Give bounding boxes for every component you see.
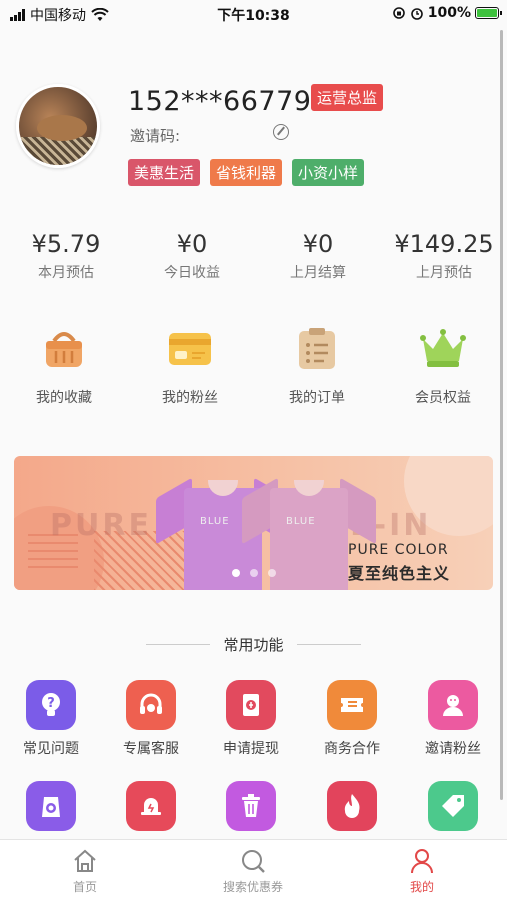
feature-coupon-tag[interactable] [403,781,503,831]
status-right: 100% [392,5,502,21]
svg-text:?: ? [47,696,55,711]
bell-icon [126,781,176,831]
feature-business[interactable]: 商务合作 [302,680,402,758]
profile-page: 中国移动 下午10:38 100% 152***66779 运营总监 邀请码: … [0,0,507,900]
quick-label: 我的收藏 [36,390,92,406]
carousel-dot[interactable] [232,569,240,577]
stat-this-month-estimate[interactable]: ¥5.79 本月预估 [6,230,126,282]
section-title: 常用功能 [0,634,507,655]
avatar[interactable] [16,84,100,168]
trash-icon [226,781,276,831]
invite-user-icon [428,680,478,730]
clipboard-icon [293,325,341,373]
user-icon [409,848,435,874]
headset-icon [126,680,176,730]
tab-label: 首页 [72,880,97,894]
carousel-dot[interactable] [268,569,276,577]
stat-value: ¥0 [302,230,334,258]
quick-label: 我的粉丝 [162,390,218,406]
search-icon [240,848,266,874]
feature-delete[interactable] [201,781,301,831]
carousel-dots [232,569,276,577]
fire-icon [327,781,377,831]
promo-banner[interactable]: PURE IE-IN BLUE BLUE PURE COLOR 夏至纯色主义 [14,456,493,590]
tab-label: 搜索优惠券 [222,880,283,894]
basket-icon [40,325,88,373]
feature-withdraw[interactable]: 申请提现 [201,680,301,758]
feature-notification[interactable] [101,781,201,831]
tag-badge: 省钱利器 [210,159,283,186]
earnings-stats: ¥5.79 本月预估 ¥0 今日收益 ¥0 上月结算 ¥149.25 上月预估 [0,230,507,290]
withdraw-icon [226,680,276,730]
stat-value: ¥0 [176,230,208,258]
feature-label: 常见问题 [23,741,79,757]
stat-label: 本月预估 [38,265,94,281]
tab-label: 我的 [409,880,434,894]
carousel-dot[interactable] [250,569,258,577]
shirt-label: BLUE [286,516,316,527]
feature-label: 邀请粉丝 [425,741,481,757]
tab-home[interactable]: 首页 [25,848,145,895]
orientation-lock-icon [392,7,405,19]
stat-label: 今日收益 [164,265,220,281]
stat-label: 上月预估 [416,265,472,281]
role-badge: 运营总监 [311,84,384,111]
quick-my-orders[interactable]: 我的订单 [272,325,362,407]
camera-icon [26,781,76,831]
battery-percent: 100% [427,5,471,21]
user-phone: 152***66779 [128,86,312,117]
quick-my-fans[interactable]: 我的粉丝 [145,325,235,407]
stat-today-income[interactable]: ¥0 今日收益 [132,230,252,282]
user-tags: 美惠生活 省钱利器 小资小样 [128,159,365,186]
stat-value: ¥5.79 [31,230,101,258]
crown-icon [419,325,467,373]
feature-label: 专属客服 [123,741,179,757]
ticket-icon [327,680,377,730]
shirt-label: BLUE [200,516,230,527]
tag-badge: 小资小样 [292,159,365,186]
stat-last-month-estimate[interactable]: ¥149.25 上月预估 [384,230,504,282]
quick-my-favorites[interactable]: 我的收藏 [19,325,109,407]
quick-member-benefits[interactable]: 会员权益 [398,325,488,407]
feature-faq[interactable]: ? 常见问题 [1,680,101,758]
quick-label: 我的订单 [289,390,345,406]
tab-search-coupons[interactable]: 搜索优惠券 [193,848,313,895]
feature-label: 商务合作 [324,741,380,757]
question-bulb-icon: ? [26,680,76,730]
stat-label: 上月结算 [290,265,346,281]
feature-camera[interactable] [1,781,101,831]
tag-badge: 美惠生活 [128,159,201,186]
quick-label: 会员权益 [415,390,471,406]
stat-last-month-settled[interactable]: ¥0 上月结算 [258,230,378,282]
stat-value: ¥149.25 [394,230,494,258]
invite-code-label: 邀请码: [130,127,181,145]
edit-icon[interactable] [273,124,289,140]
banner-bg-text: PURE [50,508,152,543]
tag-icon [428,781,478,831]
bottom-tab-bar: 首页 搜索优惠券 我的 [0,839,507,900]
card-icon [166,325,214,373]
banner-title-cn: 夏至纯色主义 [348,564,451,583]
alarm-icon [410,8,423,20]
home-icon [72,848,98,874]
battery-icon [475,7,502,19]
tab-mine[interactable]: 我的 [362,848,482,895]
status-bar: 中国移动 下午10:38 100% [0,0,507,28]
banner-title-en: PURE COLOR [348,542,449,558]
feature-customer-service[interactable]: 专属客服 [101,680,201,758]
feature-invite-fans[interactable]: 邀请粉丝 [403,680,503,758]
feature-hot[interactable] [302,781,402,831]
feature-label: 申请提现 [223,741,279,757]
